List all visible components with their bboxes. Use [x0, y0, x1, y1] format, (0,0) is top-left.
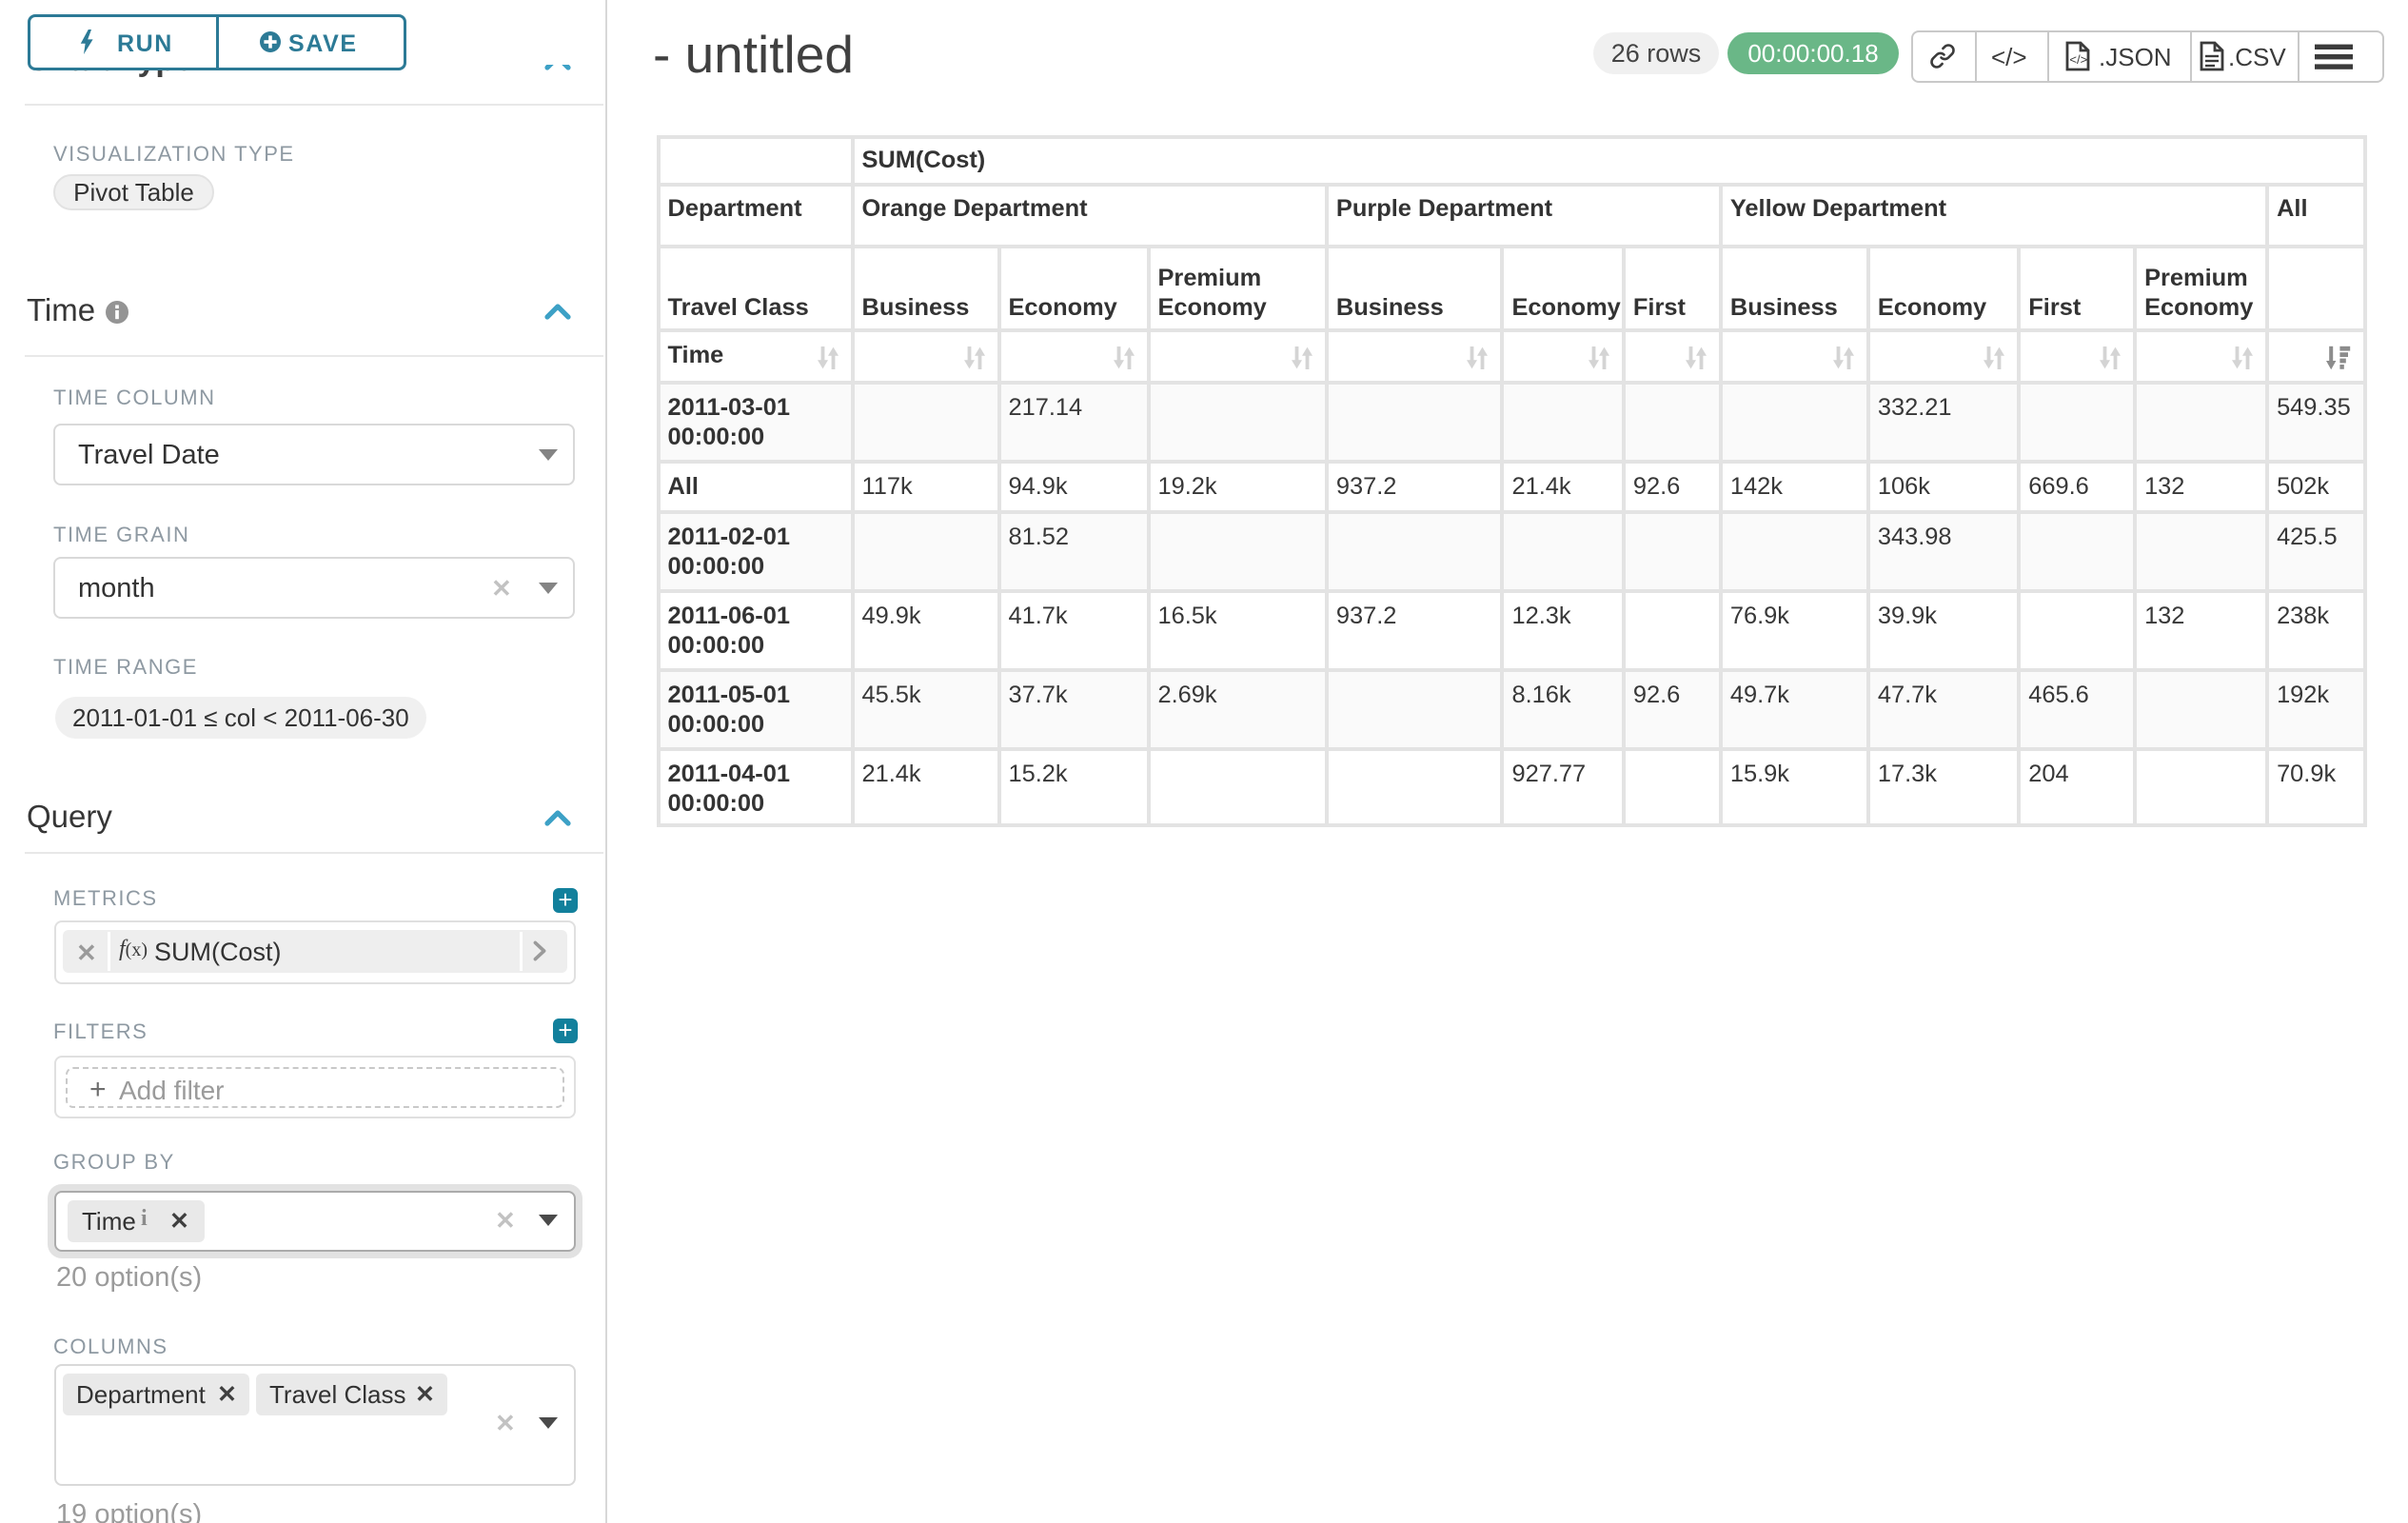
- svg-text:</>: </>: [2069, 52, 2087, 67]
